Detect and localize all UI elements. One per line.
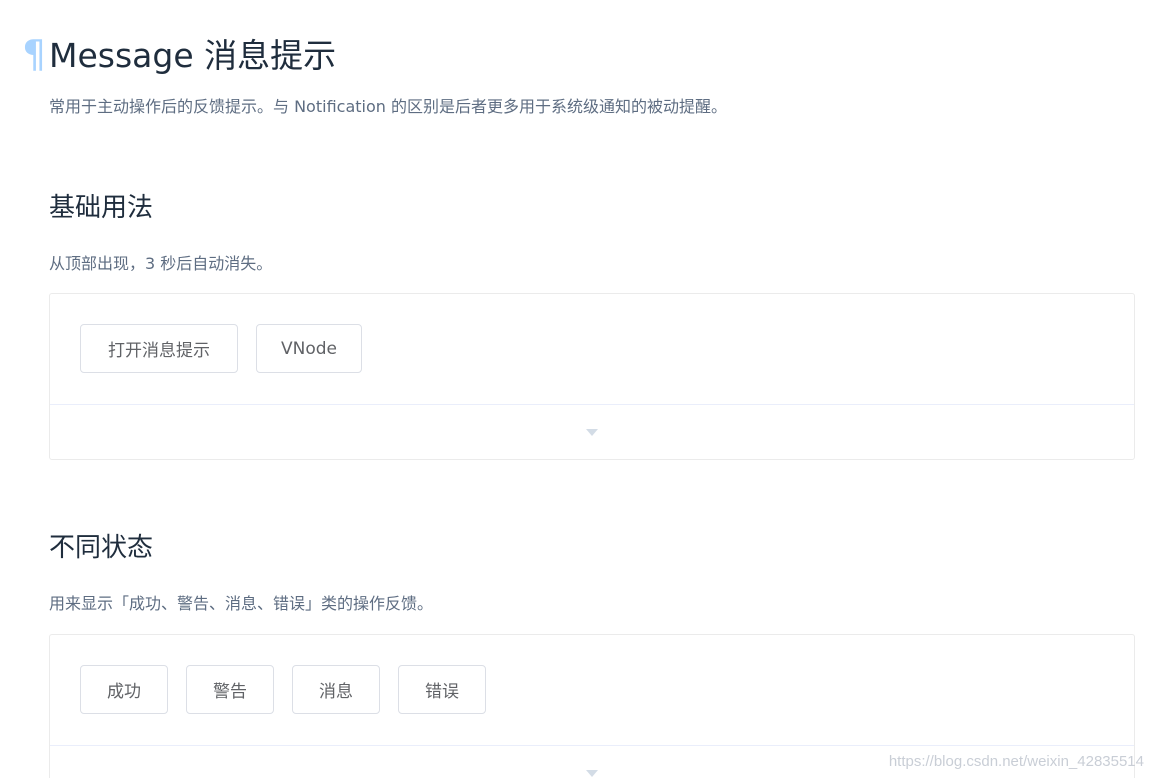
demo-block-basic: 打开消息提示 VNode [49,293,1135,460]
expand-code-control[interactable] [50,404,1134,460]
section-title-status: 不同状态 [49,533,154,563]
docs-page: ¶ Message 消息提示 常用于主动操作后的反馈提示。与 Notificat… [0,0,1153,778]
vnode-button[interactable]: VNode [256,324,362,373]
page-title: Message 消息提示 [49,36,337,75]
caret-down-icon [586,429,598,436]
watermark: https://blog.csdn.net/weixin_42835514 [888,753,1144,770]
info-button[interactable]: 消息 [292,665,380,714]
demo-source: 打开消息提示 VNode [50,294,1134,404]
open-message-button[interactable]: 打开消息提示 [80,324,238,373]
page-intro: 常用于主动操作后的反馈提示。与 Notification 的区别是后者更多用于系… [49,97,727,116]
section-desc-status: 用来显示「成功、警告、消息、错误」类的操作反馈。 [49,594,434,613]
demo-source: 成功 警告 消息 错误 [50,635,1134,745]
success-button[interactable]: 成功 [80,665,168,714]
section-title-basic: 基础用法 [49,193,154,223]
caret-down-icon [586,770,598,777]
pilcrow-icon[interactable]: ¶ [22,34,46,74]
section-desc-basic: 从顶部出现，3 秒后自动消失。 [49,254,273,273]
error-button[interactable]: 错误 [398,665,486,714]
warning-button[interactable]: 警告 [186,665,274,714]
